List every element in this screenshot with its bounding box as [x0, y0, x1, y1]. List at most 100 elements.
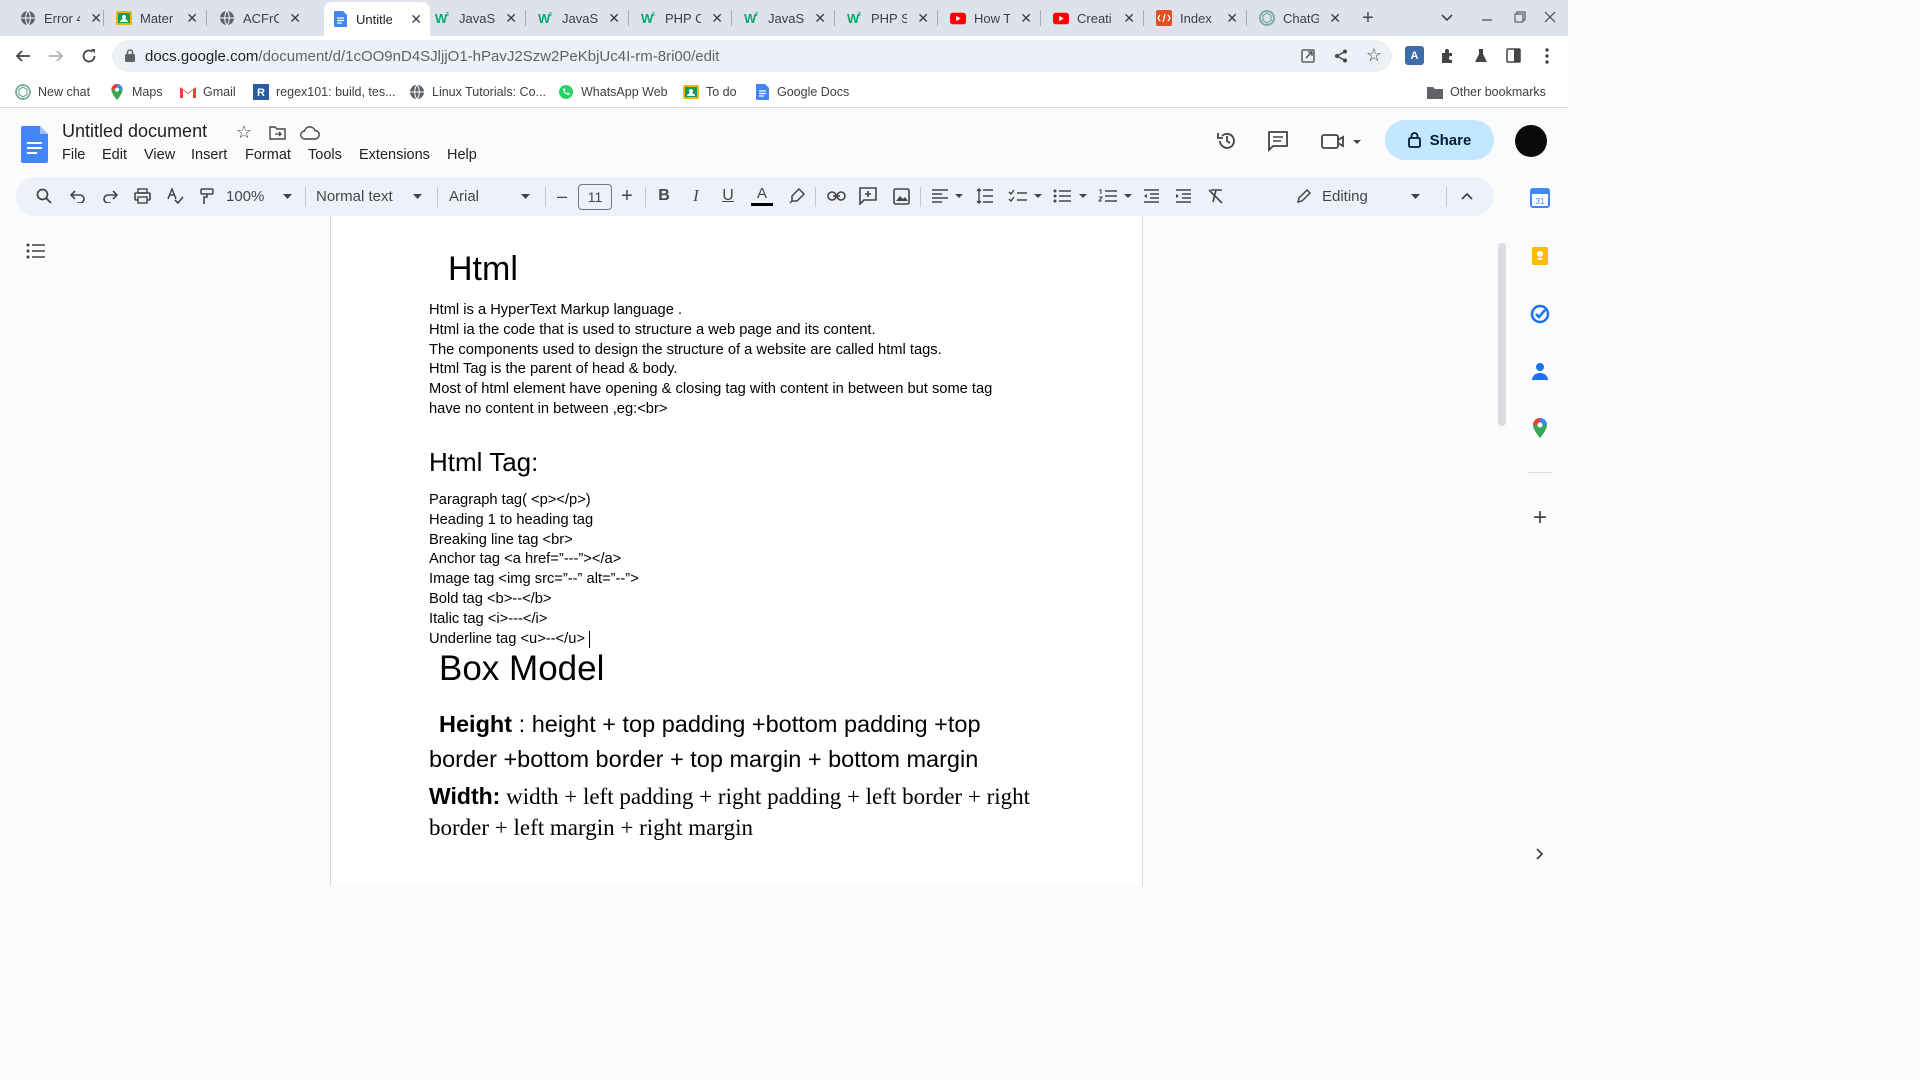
text-color-icon[interactable]: A: [750, 184, 774, 208]
document-outline-icon[interactable]: [25, 241, 47, 261]
print-icon[interactable]: [131, 184, 153, 208]
tag-list-line[interactable]: Underline tag <u>--</u>: [429, 631, 585, 647]
bookmark-item[interactable]: Rregex101: build, tes...: [253, 83, 396, 101]
paragraph-line[interactable]: Html is a HyperText Markup language .: [429, 302, 682, 318]
line-spacing-icon[interactable]: [974, 184, 996, 208]
heading-html-tag[interactable]: Html Tag:: [429, 447, 538, 478]
menu-extensions[interactable]: Extensions: [359, 147, 430, 163]
share-page-icon[interactable]: [1332, 47, 1350, 65]
zoom-select[interactable]: 100%: [226, 184, 296, 208]
menu-insert[interactable]: Insert: [191, 147, 227, 163]
close-tab-icon[interactable]: ✕: [289, 10, 301, 27]
heading-html[interactable]: Html: [448, 250, 518, 289]
new-tab-button[interactable]: +: [1358, 7, 1378, 29]
menu-view[interactable]: View: [144, 147, 175, 163]
browser-tab[interactable]: W 3 PHP S ✕: [839, 4, 937, 32]
close-tab-icon[interactable]: ✕: [608, 10, 620, 27]
browser-tab[interactable]: Creati ✕: [1045, 4, 1143, 32]
reload-icon[interactable]: [78, 45, 100, 67]
browser-tab[interactable]: ChatG ✕: [1251, 4, 1349, 32]
extension-a-icon[interactable]: A: [1405, 46, 1424, 65]
paragraph-style-select[interactable]: Normal text: [316, 184, 426, 208]
heading-box-model[interactable]: Box Model: [439, 649, 604, 689]
font-family-select[interactable]: Arial: [449, 184, 534, 208]
spellcheck-icon[interactable]: [164, 184, 186, 208]
highlight-color-icon[interactable]: [786, 184, 808, 208]
add-comment-icon[interactable]: [857, 184, 879, 208]
close-tab-icon[interactable]: ✕: [1123, 10, 1135, 27]
decrease-font-size-button[interactable]: –: [553, 184, 571, 208]
document-scrollbar[interactable]: [1498, 243, 1506, 426]
undo-icon[interactable]: [67, 184, 89, 208]
forward-arrow-icon[interactable]: [45, 45, 67, 67]
paragraph-line[interactable]: have no content in between ,eg:<br>: [429, 401, 667, 417]
close-tab-icon[interactable]: ✕: [1226, 10, 1238, 27]
bookmark-item[interactable]: To do: [683, 83, 737, 101]
browser-tab[interactable]: Error 4 ✕: [12, 4, 110, 32]
other-bookmarks-folder[interactable]: Other bookmarks: [1427, 83, 1546, 101]
browser-tab[interactable]: W 3 JavaS ✕: [427, 4, 525, 32]
hide-menus-chevron-up-icon[interactable]: [1457, 184, 1477, 208]
bookmark-item[interactable]: Google Docs: [754, 83, 849, 101]
paragraph-line[interactable]: Html ia the code that is used to structu…: [429, 322, 876, 338]
bookmark-item[interactable]: New chat: [15, 83, 90, 101]
open-in-app-icon[interactable]: [1299, 47, 1317, 65]
italic-icon[interactable]: I: [686, 184, 706, 208]
star-document-icon[interactable]: ☆: [235, 122, 253, 142]
browser-tab[interactable]: ACFrO ✕: [211, 4, 309, 32]
increase-font-size-button[interactable]: +: [618, 184, 636, 208]
width-line-1[interactable]: Width: width + left padding + right padd…: [429, 783, 1030, 810]
bookmark-star-icon[interactable]: ☆: [1365, 45, 1383, 65]
cloud-saved-icon[interactable]: [299, 124, 321, 142]
menu-edit[interactable]: Edit: [102, 147, 127, 163]
insert-image-icon[interactable]: [890, 184, 912, 208]
browser-tab[interactable]: Mater ✕: [108, 4, 206, 32]
bookmark-item[interactable]: WhatsApp Web: [558, 83, 668, 101]
lab-flask-icon[interactable]: [1471, 46, 1490, 65]
contacts-icon[interactable]: [1530, 361, 1550, 381]
increase-indent-icon[interactable]: [1172, 184, 1194, 208]
back-arrow-icon[interactable]: [12, 45, 34, 67]
browser-tab[interactable]: Index ✕: [1148, 4, 1246, 32]
extensions-puzzle-icon[interactable]: [1438, 46, 1457, 65]
close-tab-icon[interactable]: ✕: [917, 10, 929, 27]
close-tab-icon[interactable]: ✕: [1329, 10, 1341, 27]
add-addon-icon[interactable]: +: [1530, 504, 1550, 531]
decrease-indent-icon[interactable]: [1140, 184, 1162, 208]
browser-menu-icon[interactable]: [1537, 46, 1556, 65]
tasks-icon[interactable]: [1530, 304, 1550, 324]
tag-list-line[interactable]: Italic tag <i>---</i>: [429, 611, 547, 627]
close-window-button[interactable]: [1541, 8, 1559, 26]
maps-icon[interactable]: [1530, 418, 1550, 438]
tag-list-line[interactable]: Anchor tag <a href=”---”></a>: [429, 551, 621, 567]
comments-icon[interactable]: [1266, 129, 1290, 153]
restore-window-button[interactable]: [1511, 8, 1529, 26]
paragraph-line[interactable]: Html Tag is the parent of head & body.: [429, 361, 677, 377]
browser-tab[interactable]: How T ✕: [942, 4, 1040, 32]
underline-icon[interactable]: U: [718, 184, 738, 208]
redo-icon[interactable]: [99, 184, 121, 208]
side-panel-icon[interactable]: [1504, 46, 1523, 65]
paint-format-icon[interactable]: [196, 184, 218, 208]
expand-panel-chevron-icon[interactable]: [1530, 844, 1550, 864]
close-tab-icon[interactable]: ✕: [505, 10, 517, 27]
font-size-input[interactable]: 11: [578, 184, 612, 210]
calendar-icon[interactable]: 31: [1530, 188, 1550, 208]
paragraph-line[interactable]: The components used to design the struct…: [429, 342, 942, 358]
close-tab-icon[interactable]: ✕: [711, 10, 723, 27]
close-tab-icon[interactable]: ✕: [410, 11, 422, 28]
close-tab-icon[interactable]: ✕: [186, 10, 198, 27]
insert-link-icon[interactable]: [825, 184, 847, 208]
browser-tab[interactable]: W 3 JavaS ✕: [530, 4, 628, 32]
document-title[interactable]: Untitled document: [62, 121, 207, 142]
menu-help[interactable]: Help: [447, 147, 477, 163]
search-menus-icon[interactable]: [33, 184, 55, 208]
close-tab-icon[interactable]: ✕: [90, 10, 102, 27]
browser-tab[interactable]: W 3 JavaS ✕: [736, 4, 834, 32]
keep-notes-icon[interactable]: [1530, 246, 1550, 266]
tag-list-line[interactable]: Heading 1 to heading tag: [429, 512, 593, 528]
menu-file[interactable]: File: [62, 147, 85, 163]
tag-list-line[interactable]: Paragraph tag( <p></p>): [429, 492, 591, 508]
move-folder-icon[interactable]: [268, 124, 286, 142]
align-left-icon[interactable]: [930, 184, 966, 208]
